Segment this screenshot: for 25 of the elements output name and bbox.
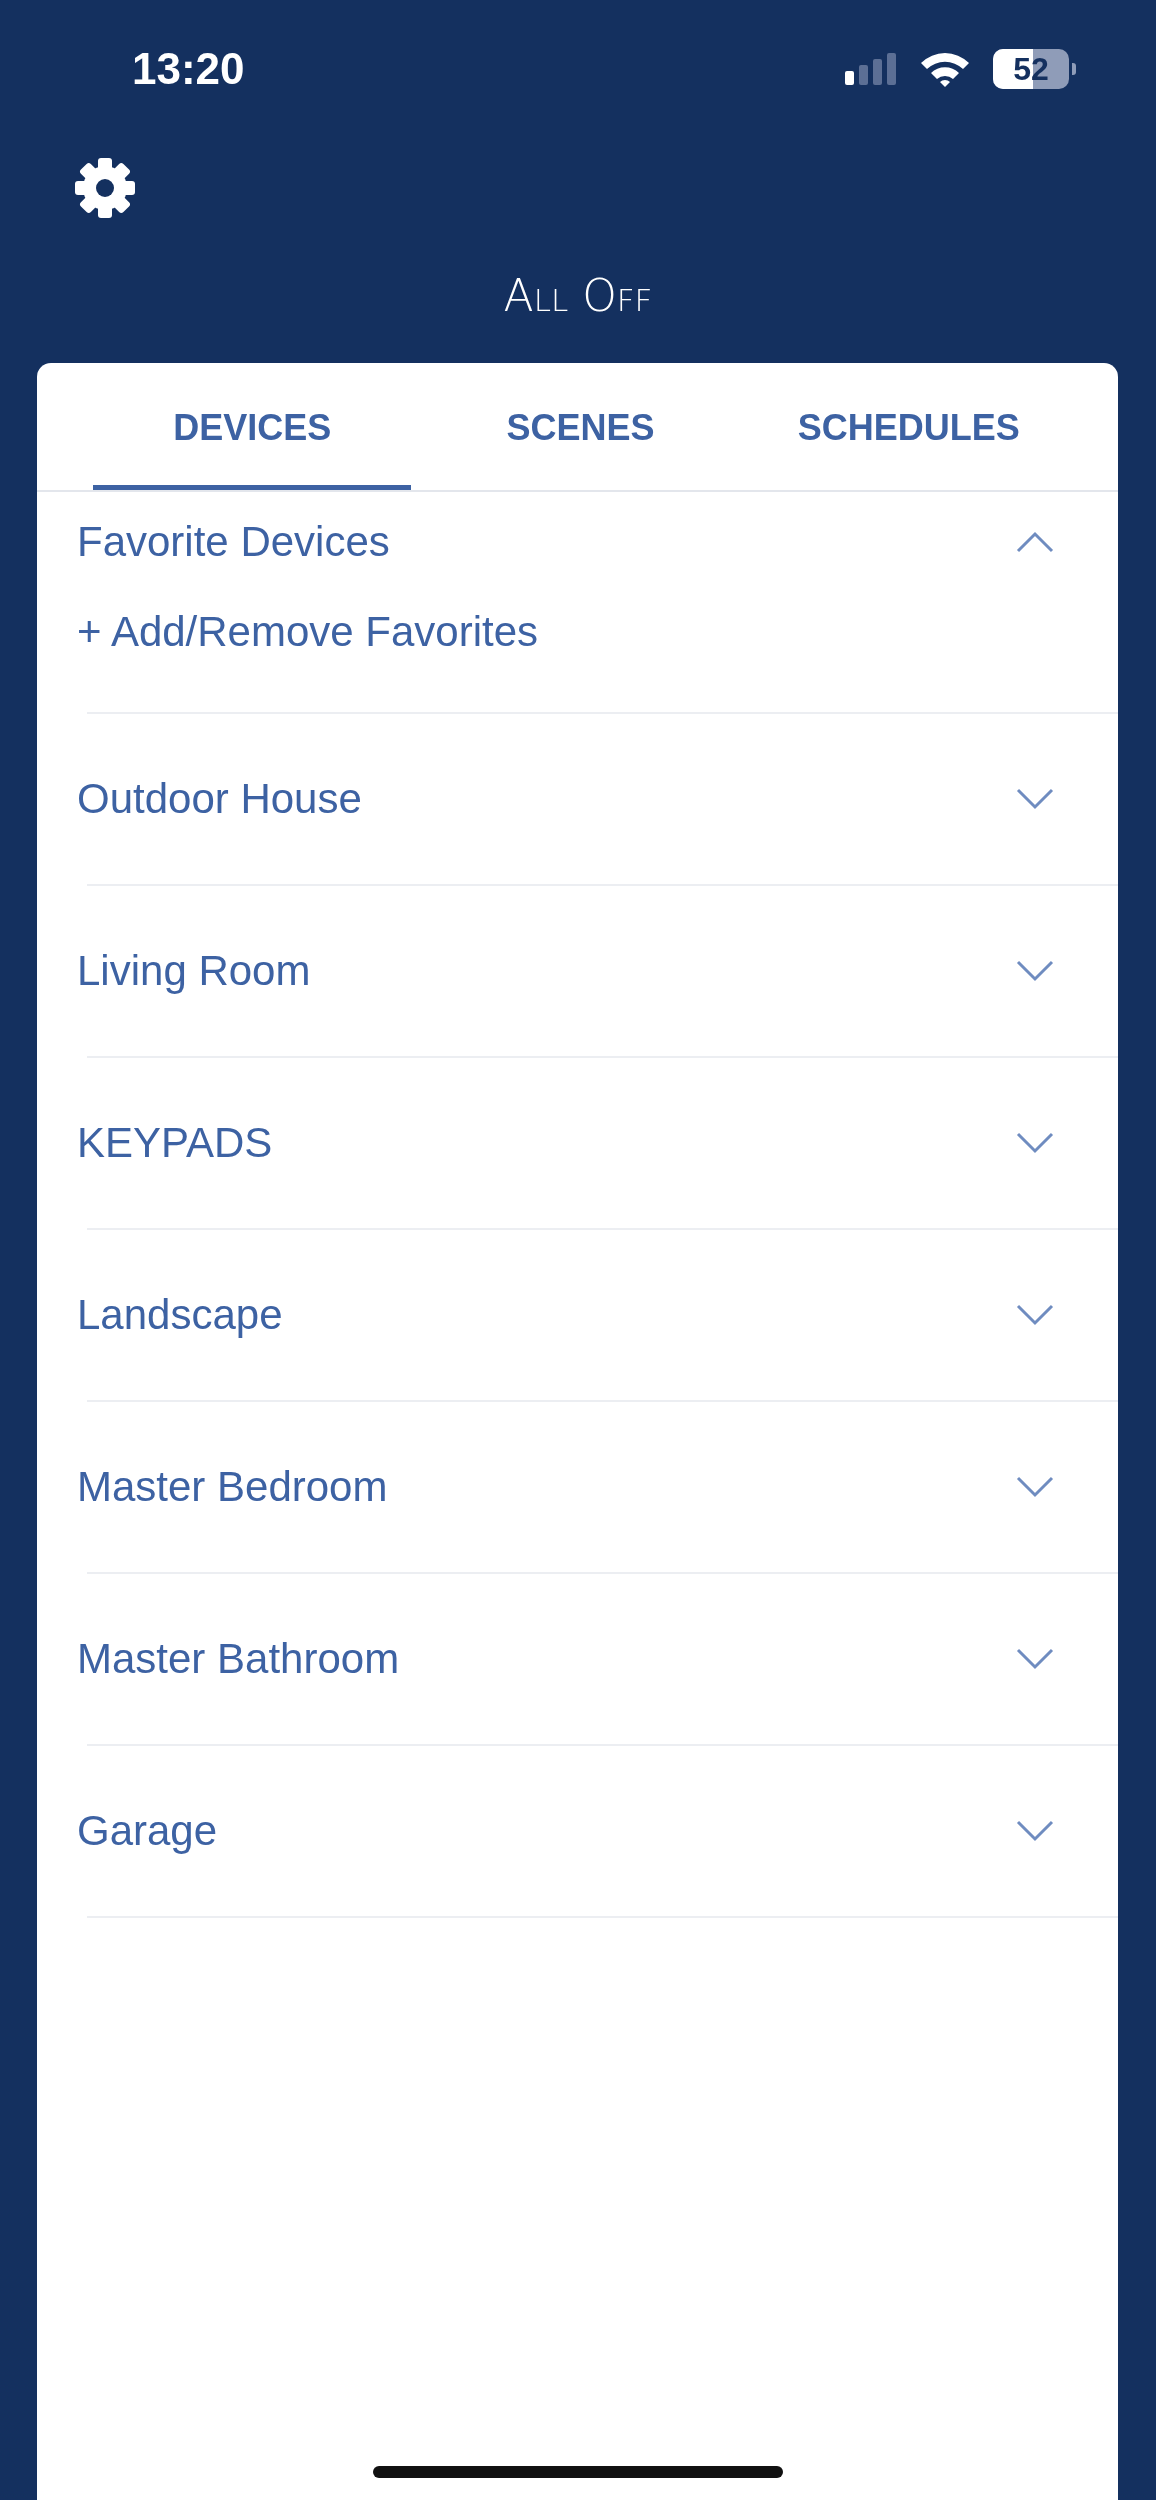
section-title[interactable]: Living Room [77, 947, 311, 995]
add-remove-link[interactable]: + Add/Remove Favorites [37, 592, 1118, 712]
tab[interactable]: SCHEDULES [749, 363, 1068, 490]
section-title[interactable]: KEYPADS [77, 1119, 273, 1167]
section-title[interactable]: Master Bathroom [77, 1635, 400, 1683]
section-title[interactable]: Favorite Devices [77, 518, 390, 566]
chevron-down-icon[interactable] [1016, 960, 1054, 982]
signal-icon [845, 53, 897, 85]
chevron-down-icon[interactable] [1016, 1304, 1054, 1326]
section-title[interactable]: Garage [77, 1807, 218, 1855]
settings-icon[interactable] [73, 156, 137, 220]
status-time: 13:20 [132, 44, 245, 94]
tab[interactable]: SCENES [421, 363, 740, 490]
section-title[interactable]: Landscape [77, 1291, 283, 1339]
chevron-down-icon[interactable] [1016, 1132, 1054, 1154]
section-title[interactable]: Outdoor House [77, 775, 362, 823]
section-title[interactable]: Master Bedroom [77, 1463, 388, 1511]
page-title: All Off [502, 270, 654, 321]
wifi-icon [919, 50, 971, 88]
chevron-down-icon[interactable] [1016, 1476, 1054, 1498]
chevron-down-icon[interactable] [1016, 1648, 1054, 1670]
chevron-up-icon[interactable] [1016, 531, 1054, 553]
chevron-down-icon[interactable] [1016, 788, 1054, 810]
chevron-down-icon[interactable] [1016, 1820, 1054, 1842]
tab[interactable]: DEVICES [93, 363, 412, 490]
